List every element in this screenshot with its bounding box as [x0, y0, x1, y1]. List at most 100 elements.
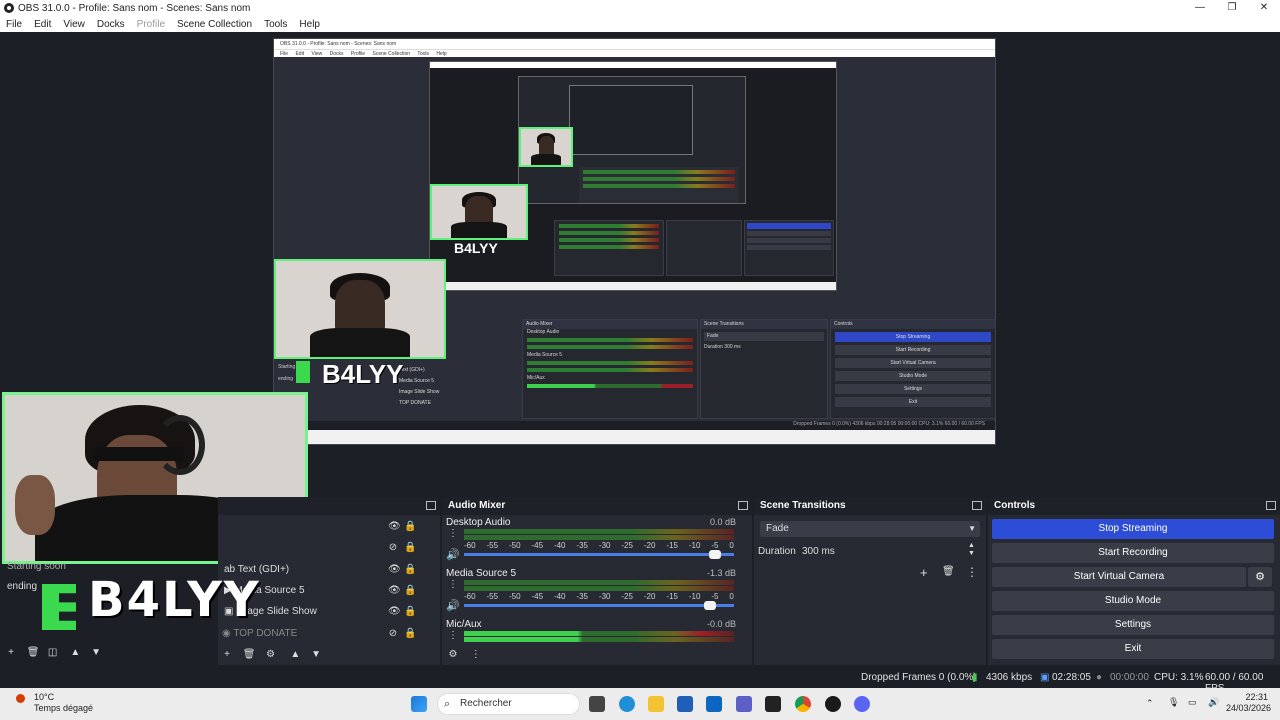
- undock-icon[interactable]: [738, 501, 748, 510]
- studio-mode-button[interactable]: Studio Mode: [992, 591, 1274, 611]
- exit-button[interactable]: Exit: [992, 639, 1274, 659]
- remove-source-icon[interactable]: 🗑: [243, 650, 256, 660]
- virtual-camera-settings-icon[interactable]: ⚙: [1248, 567, 1272, 587]
- lock-icon[interactable]: 🔒: [404, 586, 416, 596]
- task-view-icon[interactable]: [589, 696, 605, 712]
- menu-tools[interactable]: Tools: [258, 19, 293, 30]
- menu-help[interactable]: Help: [293, 19, 326, 30]
- mixer-toolbar: ⚙ ⋮: [448, 649, 481, 660]
- microphone-icon[interactable]: 🎙: [1168, 697, 1179, 708]
- duration-stepper[interactable]: ▲ ▼: [968, 542, 975, 558]
- undock-icon[interactable]: [1266, 501, 1276, 510]
- meter-tick: -50: [508, 592, 521, 601]
- move-down-icon[interactable]: ▼: [311, 650, 321, 660]
- move-up-icon[interactable]: ▲: [290, 650, 300, 660]
- eye-hidden-icon[interactable]: ⊘: [388, 543, 398, 553]
- add-transition-icon[interactable]: +: [920, 565, 928, 580]
- volume-knob[interactable]: [709, 550, 722, 559]
- start-recording-button[interactable]: Start Recording: [992, 543, 1274, 563]
- menu-profile[interactable]: Profile: [131, 19, 171, 30]
- add-source-icon[interactable]: +: [222, 650, 232, 660]
- window-title: OBS 31.0.0 - Profile: Sans nom - Scenes:…: [18, 2, 251, 14]
- speaker-icon[interactable]: 🔊: [446, 599, 460, 612]
- nested-menu-item: Profile: [350, 51, 366, 57]
- scene-item[interactable]: ending: [7, 581, 37, 592]
- undock-icon[interactable]: [972, 501, 982, 510]
- channel-menu-icon[interactable]: ⋮: [448, 529, 458, 539]
- audio-mixer-title: Audio Mixer: [448, 500, 506, 511]
- clock[interactable]: 22:31 24/03/2026: [1226, 692, 1271, 714]
- eye-icon[interactable]: 👁: [388, 565, 401, 575]
- sources-toolbar: + 🗑 ⚙ ▲ ▼: [222, 649, 321, 660]
- obs-taskbar-icon[interactable]: [825, 696, 841, 712]
- mixer-menu-icon[interactable]: ⋮: [471, 650, 481, 660]
- menu-docks[interactable]: Docks: [91, 19, 131, 30]
- weather-widget[interactable]: 10°C Temps dégagé: [16, 692, 93, 714]
- scene-filters-icon[interactable]: ◫: [48, 648, 58, 658]
- tray-chevron-icon[interactable]: ⌃: [1146, 698, 1154, 709]
- eye-icon[interactable]: 👁: [388, 586, 401, 596]
- nested-preview-level-2: B4LYY: [429, 61, 837, 291]
- source-item[interactable]: ◉ TOP DONATE: [222, 628, 297, 639]
- nested-docks-small: [579, 167, 739, 203]
- undock-icon[interactable]: [426, 501, 436, 510]
- edge-icon[interactable]: [619, 696, 635, 712]
- network-icon[interactable]: ▭: [1188, 697, 1197, 708]
- meter-tick: -60: [464, 541, 476, 550]
- move-up-icon[interactable]: ▲: [70, 648, 80, 658]
- settings-button[interactable]: Settings: [992, 615, 1274, 635]
- nested-sources: Text (GDI+) Media Source 5 Image Slide S…: [399, 365, 439, 409]
- close-button[interactable]: ✕: [1248, 0, 1280, 16]
- eye-icon[interactable]: 👁: [388, 607, 401, 617]
- channel-menu-icon[interactable]: ⋮: [448, 580, 458, 590]
- transition-select[interactable]: Fade ▼: [760, 521, 980, 537]
- eye-hidden-icon[interactable]: ⊘: [388, 629, 398, 639]
- lock-icon[interactable]: 🔒: [404, 565, 416, 575]
- lock-icon[interactable]: 🔒: [404, 522, 416, 532]
- volume-slider[interactable]: [464, 550, 734, 559]
- nested-source: Image Slide Show: [399, 389, 440, 395]
- meter-tick: -10: [688, 592, 701, 601]
- lock-icon[interactable]: 🔒: [404, 543, 416, 553]
- chrome-icon[interactable]: [795, 696, 811, 712]
- maximize-button[interactable]: ❐: [1216, 0, 1248, 16]
- nested-taskbar: [274, 430, 995, 444]
- taskbar-search[interactable]: ⌕ Rechercher: [437, 693, 580, 715]
- source-properties-icon[interactable]: ⚙: [266, 650, 276, 660]
- nested-title: OBS 31.0.0 - Profile: Sans nom - Scenes:…: [274, 39, 995, 49]
- volume-knob[interactable]: [703, 601, 716, 610]
- menu-edit[interactable]: Edit: [28, 19, 57, 30]
- remove-scene-icon[interactable]: 🗑: [27, 648, 40, 658]
- teams-icon[interactable]: [736, 696, 752, 712]
- audio-mixer-header: Audio Mixer: [442, 497, 752, 515]
- menu-file[interactable]: File: [0, 19, 28, 30]
- store-icon[interactable]: [677, 696, 693, 712]
- volume-icon[interactable]: 🔊: [1208, 697, 1219, 708]
- file-explorer-icon[interactable]: [648, 696, 664, 712]
- obs-app: OBS 31.0.0 - Profile: Sans nom - Scenes:…: [0, 0, 1280, 720]
- menu-scene-collection[interactable]: Scene Collection: [171, 19, 258, 30]
- channel-menu-icon[interactable]: ⋮: [448, 631, 458, 641]
- eye-icon[interactable]: 👁: [388, 522, 401, 532]
- move-down-icon[interactable]: ▼: [91, 648, 101, 658]
- speaker-icon[interactable]: 🔊: [446, 548, 460, 561]
- duration-input[interactable]: 300 ms: [802, 546, 835, 557]
- stop-streaming-button[interactable]: Stop Streaming: [992, 519, 1274, 539]
- discord-icon[interactable]: [854, 696, 870, 712]
- outlook-icon[interactable]: [706, 696, 722, 712]
- transition-menu-icon[interactable]: ⋮: [966, 565, 978, 579]
- add-scene-icon[interactable]: +: [6, 648, 16, 658]
- meter-tick: -60: [464, 592, 476, 601]
- remove-transition-icon[interactable]: 🗑: [942, 566, 955, 577]
- menu-view[interactable]: View: [57, 19, 91, 30]
- lock-icon[interactable]: 🔒: [404, 607, 416, 617]
- nested-status: Dropped Frames 0 (0.0%) 4306 kbps 00:28:…: [274, 421, 995, 430]
- lock-icon[interactable]: 🔒: [404, 629, 416, 639]
- volume-slider[interactable]: [464, 601, 734, 610]
- minimize-button[interactable]: —: [1184, 0, 1216, 16]
- advanced-audio-icon[interactable]: ⚙: [448, 650, 458, 660]
- capcut-icon[interactable]: [765, 696, 781, 712]
- scene-item[interactable]: Starting soon: [7, 561, 66, 572]
- start-virtual-camera-button[interactable]: Start Virtual Camera: [992, 567, 1246, 587]
- windows-start-icon[interactable]: [411, 696, 427, 712]
